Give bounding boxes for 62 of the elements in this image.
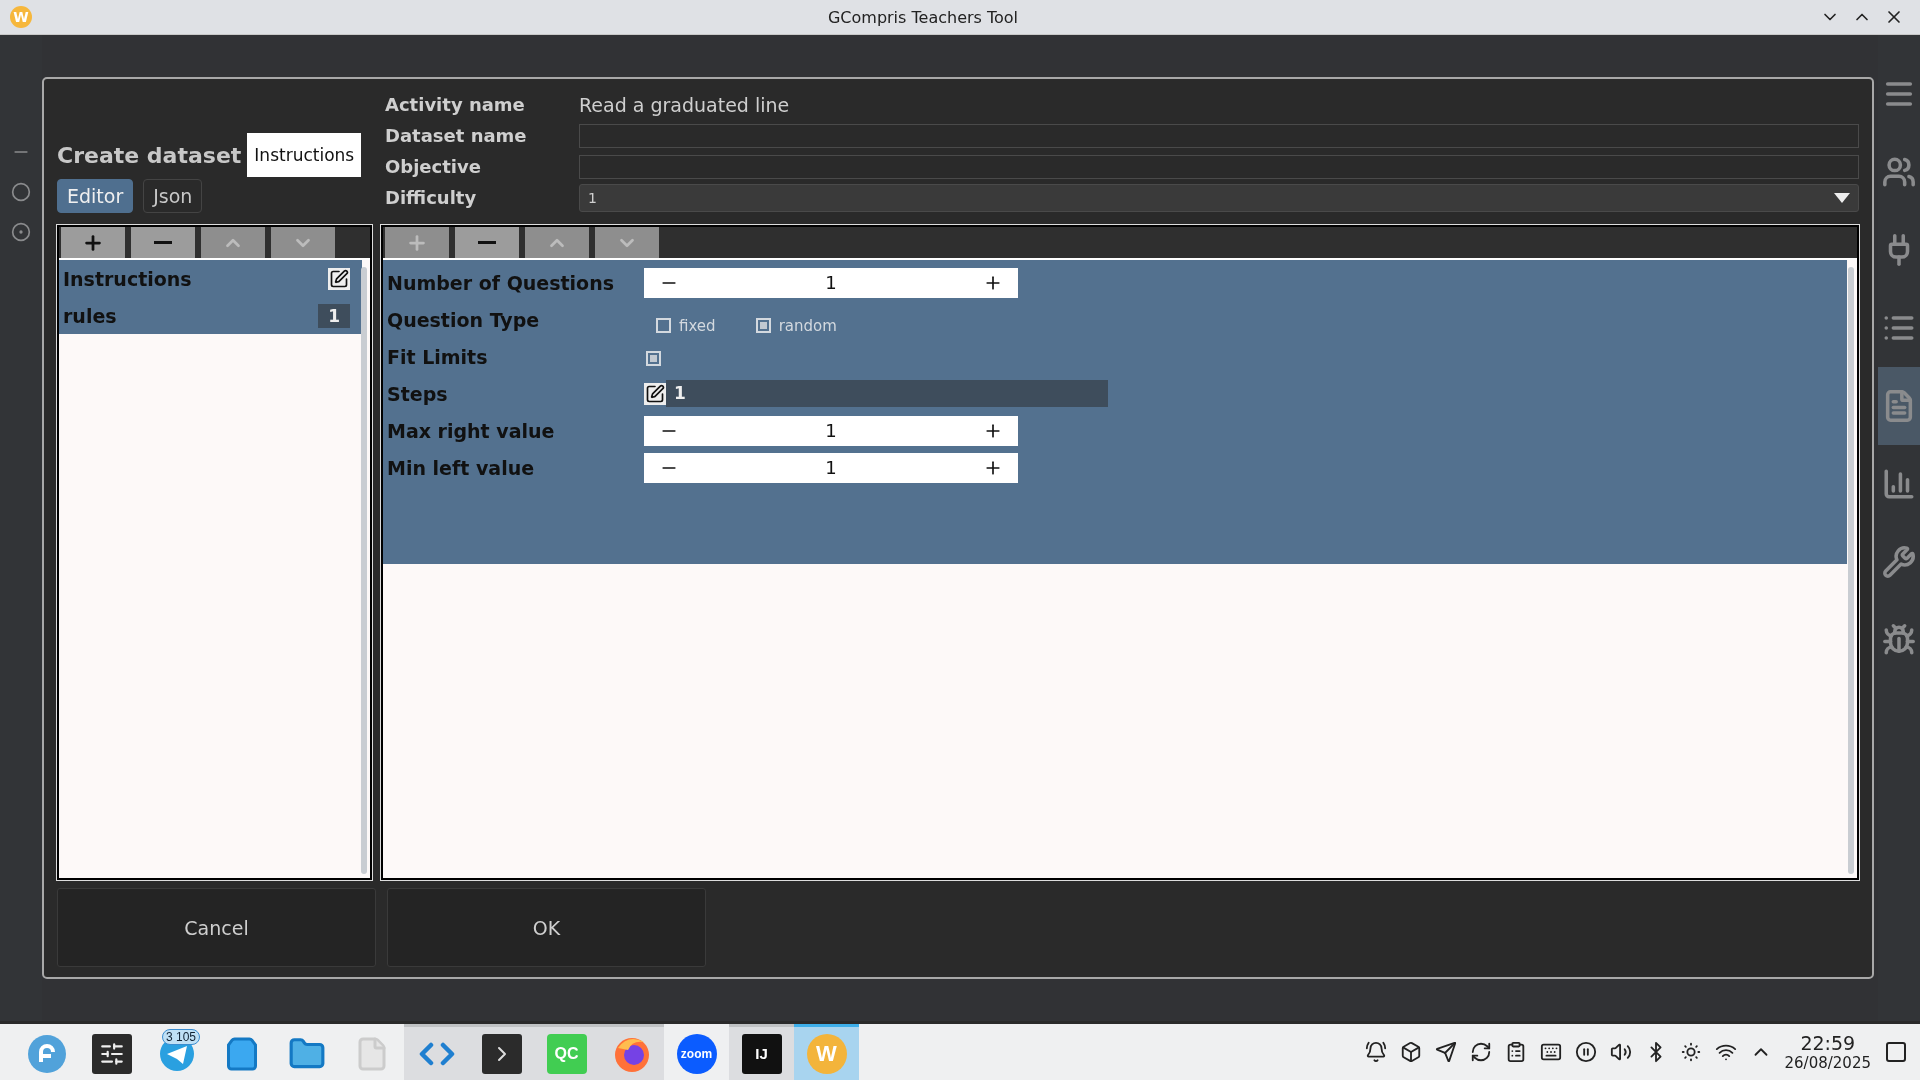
option[interactable]: random <box>755 316 837 335</box>
remove-icon <box>478 241 496 244</box>
ij-logo-icon: IJ <box>741 1033 782 1074</box>
show-desktop-icon[interactable] <box>1884 1040 1908 1064</box>
property-label: Fit Limits <box>387 345 489 368</box>
dialog-button[interactable]: Cancel <box>57 888 376 967</box>
option[interactable]: fixed <box>656 316 716 335</box>
taskbar-app[interactable]: zoom <box>664 1024 729 1080</box>
property-label: Steps <box>387 382 449 405</box>
telegram-icon[interactable] <box>1434 1041 1457 1063</box>
edit-icon[interactable] <box>644 382 666 405</box>
property-label: Min left value <box>387 456 536 479</box>
field-label: Activity name <box>385 94 526 115</box>
field-label: Difficulty <box>385 187 478 208</box>
spin-box[interactable]: 1 <box>644 452 1018 483</box>
mode-tab[interactable]: Json <box>143 179 203 213</box>
qt-logo-icon: QC <box>546 1033 587 1074</box>
taskbar-app[interactable]: IJ <box>729 1024 794 1080</box>
dropdown-arrow-icon <box>1834 192 1850 203</box>
toolbox-icon[interactable] <box>1399 1041 1422 1063</box>
remove-button[interactable] <box>131 227 195 258</box>
list-item[interactable]: Instructions <box>59 260 362 297</box>
brightness-icon[interactable] <box>1679 1041 1702 1063</box>
item-value: 1 <box>318 303 350 328</box>
property-label: Number of Questions <box>387 271 615 294</box>
property-label: Max right value <box>387 419 556 442</box>
input-field[interactable] <box>579 123 1859 148</box>
keyboard-icon[interactable] <box>1539 1041 1562 1063</box>
checkbox[interactable] <box>646 351 661 366</box>
update-icon[interactable] <box>1469 1041 1492 1063</box>
field-label: Dataset name <box>385 125 528 146</box>
steps-value[interactable]: 1 <box>666 380 1108 407</box>
scrollbar[interactable] <box>1848 267 1854 874</box>
list-item[interactable]: rules 1 <box>59 297 362 334</box>
spin-box[interactable]: 1 <box>644 267 1018 298</box>
terminal-icon <box>481 1033 522 1074</box>
spin-box[interactable]: 1 <box>644 415 1018 446</box>
add-button[interactable] <box>61 227 125 258</box>
mode-tab[interactable]: Editor <box>57 179 134 213</box>
zoom-logo-icon: zoom <box>676 1033 717 1074</box>
app-logo-icon: W <box>10 6 32 28</box>
pause-icon[interactable] <box>1574 1041 1597 1063</box>
sliders-icon <box>91 1033 132 1074</box>
window-title: GCompris Teachers Tool <box>826 7 1020 27</box>
taskbar-app[interactable]: 3 105 <box>144 1024 209 1080</box>
remove-button[interactable] <box>455 227 519 258</box>
count-badge: 3 105 <box>162 1029 201 1045</box>
scrollbar[interactable] <box>361 267 367 874</box>
input-field[interactable] <box>579 154 1859 179</box>
clock[interactable]: 22:59 26/08/2025 <box>1784 1032 1871 1072</box>
dialog-title: Create dataset <box>57 142 242 168</box>
dialog-button[interactable]: OK <box>387 888 706 967</box>
dropdown[interactable]: 1 <box>579 183 1859 212</box>
volume-icon[interactable] <box>1609 1041 1632 1063</box>
field-value: Read a graduated line <box>579 93 791 116</box>
section-label: Instructions <box>247 133 362 177</box>
property-label: Question Type <box>387 308 541 331</box>
remove-icon <box>154 241 172 244</box>
field-label: Objective <box>385 156 482 177</box>
bell-icon[interactable] <box>1364 1041 1387 1063</box>
w-logo-icon: W <box>806 1033 847 1074</box>
edit-icon[interactable] <box>328 267 350 290</box>
